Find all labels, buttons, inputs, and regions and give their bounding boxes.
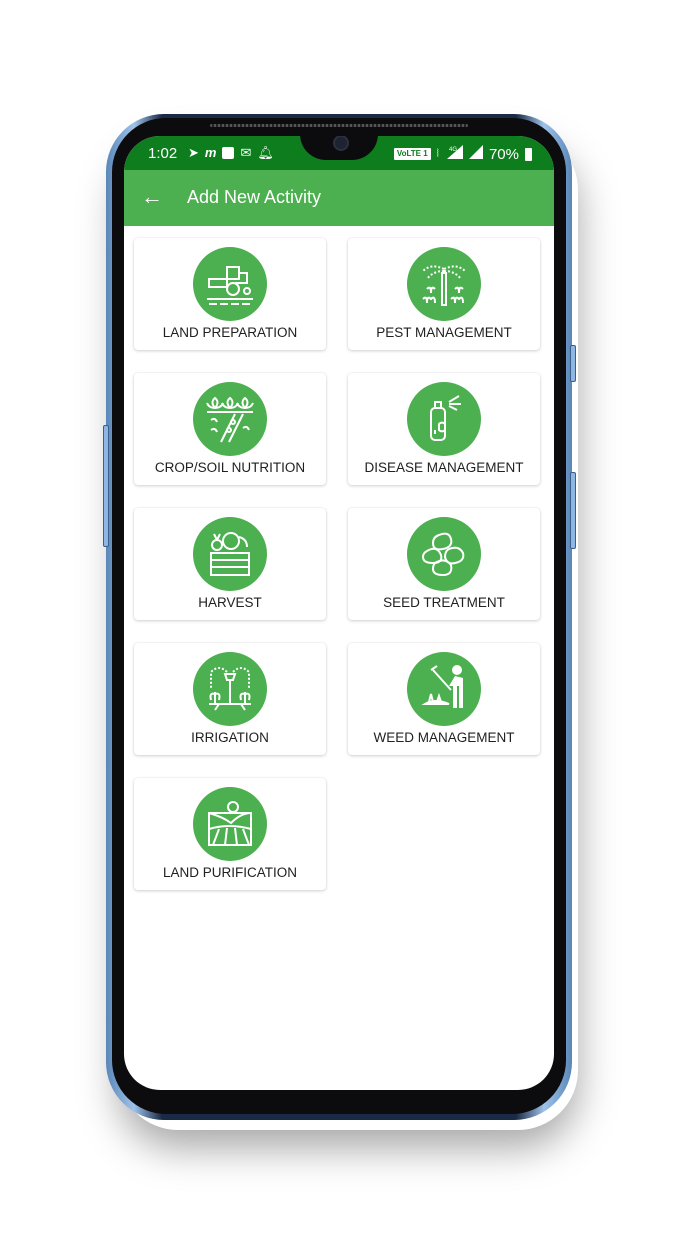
volte-badge: VoLTE 1 [393, 148, 431, 160]
docs-icon [222, 147, 235, 159]
page-title: Add New Activity [187, 187, 322, 207]
back-button[interactable]: ← [138, 184, 166, 212]
activity-card-land-preparation[interactable]: LAND PREPARATION [134, 238, 326, 350]
activity-label: PEST MANAGEMENT [376, 325, 512, 340]
signal-icon [468, 145, 483, 163]
app-bar: ← Add New Activity [124, 170, 554, 226]
paytm-icon: m [204, 145, 217, 160]
activity-label: IRRIGATION [191, 730, 269, 745]
tractor-icon [193, 247, 267, 321]
battery-percent: 70% [488, 145, 519, 163]
notification-icons: ➤ m ✉ 🔔︎ [188, 145, 274, 161]
phone-screen: 1:02 ➤ m ✉ 🔔︎ VoLTE 1 ⦚ 4G 70% ← Add New [124, 136, 554, 1090]
activity-label: CROP/SOIL NUTRITION [154, 460, 306, 475]
activity-label: HARVEST [198, 595, 262, 610]
crops-soil-icon [193, 382, 267, 456]
status-time: 1:02 [148, 145, 178, 162]
activity-label: SEED TREATMENT [383, 595, 505, 610]
activity-label: LAND PREPARATION [162, 325, 298, 340]
activity-label: DISEASE MANAGEMENT [364, 460, 524, 475]
sprinkler-plants-icon [407, 247, 481, 321]
field-sun-icon [193, 787, 267, 861]
svg-text:4G: 4G [449, 147, 457, 153]
activity-card-land-purification[interactable]: LAND PURIFICATION [134, 778, 326, 890]
system-icons: VoLTE 1 ⦚ 4G 70% [393, 145, 532, 163]
irrigation-sprinkler-icon [193, 652, 267, 726]
activity-card-disease-management[interactable]: DISEASE MANAGEMENT [348, 373, 540, 485]
activity-card-weed-management[interactable]: WEED MANAGEMENT [348, 643, 540, 755]
spray-can-icon [407, 382, 481, 456]
volume-button [570, 345, 576, 382]
activity-label: LAND PURIFICATION [162, 865, 297, 880]
beans-icon [407, 517, 481, 591]
telegram-icon: ➤ [188, 145, 199, 160]
activity-label: WEED MANAGEMENT [373, 730, 515, 745]
vegetable-crate-icon [193, 517, 267, 591]
signal-4g-icon: 4G [445, 145, 463, 163]
side-button [103, 425, 109, 547]
activity-card-harvest[interactable]: HARVEST [134, 508, 326, 620]
mail-open-icon: ✉ [240, 145, 252, 160]
battery-icon [525, 147, 532, 161]
farmer-hoe-icon [407, 652, 481, 726]
activity-card-seed-treatment[interactable]: SEED TREATMENT [348, 508, 540, 620]
bell-icon: 🔔︎ [257, 145, 274, 160]
activity-card-irrigation[interactable]: IRRIGATION [134, 643, 326, 755]
earpiece-speaker [210, 124, 468, 127]
arrow-left-icon: ← [141, 184, 163, 209]
activity-card-pest-management[interactable]: PEST MANAGEMENT [348, 238, 540, 350]
power-button [570, 472, 576, 549]
status-bar: 1:02 ➤ m ✉ 🔔︎ VoLTE 1 ⦚ 4G 70% [124, 136, 554, 170]
activity-card-crop-soil-nutrition[interactable]: CROP/SOIL NUTRITION [134, 373, 326, 485]
vibrate-icon: ⦚ [436, 148, 439, 160]
